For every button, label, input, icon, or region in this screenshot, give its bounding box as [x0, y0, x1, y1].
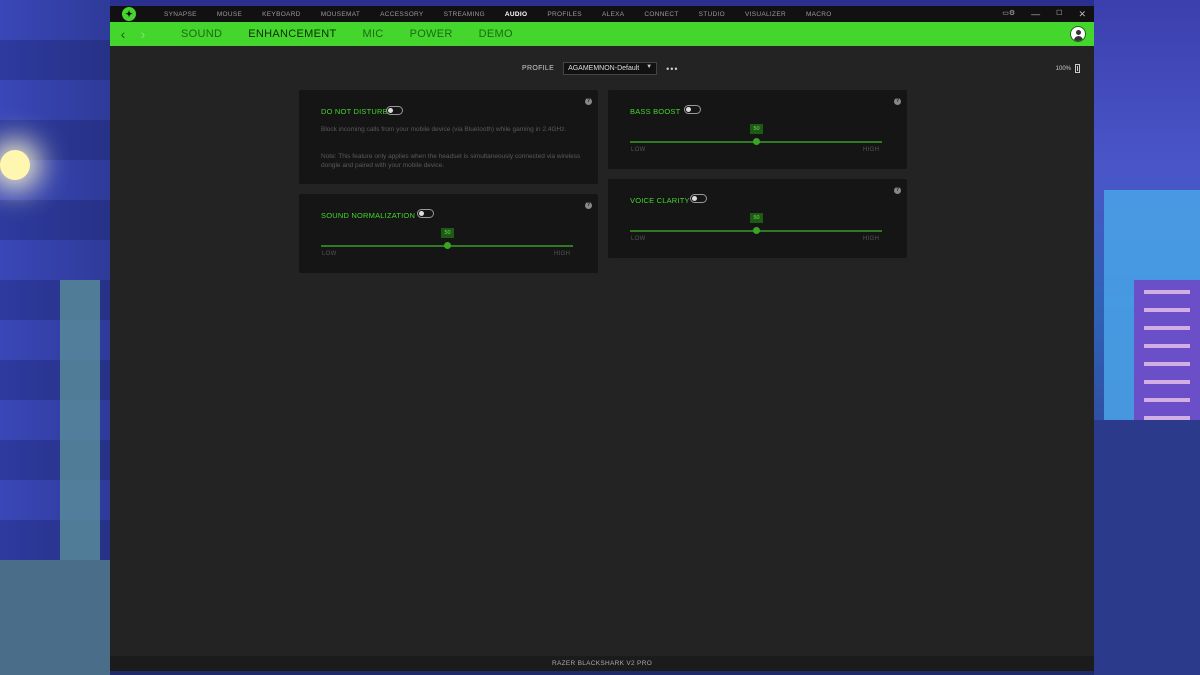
- help-icon[interactable]: ?: [894, 98, 901, 105]
- nav-accessory[interactable]: ACCESSORY: [370, 11, 433, 18]
- top-navigation: SYNAPSE MOUSE KEYBOARD MOUSEMAT ACCESSOR…: [154, 6, 842, 22]
- desktop-wallpaper-right: [1094, 0, 1200, 675]
- bass-boost-title: BASS BOOST: [630, 107, 681, 116]
- voice-clarity-high-label: HIGH: [863, 236, 880, 242]
- close-icon[interactable]: ✕: [1078, 6, 1086, 22]
- wallpaper-trees: [1094, 420, 1200, 675]
- nav-connect[interactable]: CONNECT: [634, 11, 688, 18]
- nav-visualizer[interactable]: VISUALIZER: [735, 11, 796, 18]
- street-lamp-glow: [0, 150, 30, 180]
- nav-mousemat[interactable]: MOUSEMAT: [311, 11, 370, 18]
- nav-alexa[interactable]: ALEXA: [592, 11, 634, 18]
- bass-boost-value: 50: [750, 124, 763, 134]
- voice-clarity-slider-thumb[interactable]: [753, 227, 760, 234]
- back-arrow-icon[interactable]: ‹: [116, 26, 130, 42]
- profile-row: PROFILE AGAMEMNON-Default ▼ •••: [522, 62, 679, 75]
- do-not-disturb-description: Block incoming calls from your mobile de…: [321, 126, 567, 133]
- voice-clarity-low-label: LOW: [631, 236, 646, 242]
- nav-streaming[interactable]: STREAMING: [434, 11, 495, 18]
- battery-text: 100%: [1055, 65, 1071, 72]
- voice-clarity-toggle[interactable]: [690, 194, 707, 203]
- nav-keyboard[interactable]: KEYBOARD: [252, 11, 311, 18]
- voice-clarity-title: VOICE CLARITY: [630, 196, 690, 205]
- tab-power[interactable]: POWER: [397, 28, 466, 40]
- tab-enhancement[interactable]: ENHANCEMENT: [235, 28, 349, 40]
- do-not-disturb-toggle[interactable]: [386, 106, 403, 115]
- profile-label: PROFILE: [522, 65, 555, 72]
- bass-boost-low-label: LOW: [631, 147, 646, 153]
- battery-indicator: 100%: [1056, 64, 1080, 73]
- voice-clarity-card: ? VOICE CLARITY 50 LOW HIGH: [608, 179, 907, 258]
- nav-macro[interactable]: MACRO: [796, 11, 842, 18]
- synapse-window: ✦ SYNAPSE MOUSE KEYBOARD MOUSEMAT ACCESS…: [110, 6, 1094, 671]
- bass-boost-toggle[interactable]: [684, 105, 701, 114]
- sound-normalization-toggle[interactable]: [417, 209, 434, 218]
- tab-sound[interactable]: SOUND: [168, 28, 235, 40]
- tab-demo[interactable]: DEMO: [466, 28, 526, 40]
- title-bar: ✦ SYNAPSE MOUSE KEYBOARD MOUSEMAT ACCESS…: [110, 6, 1094, 22]
- bass-boost-high-label: HIGH: [863, 147, 880, 153]
- battery-icon: [1075, 64, 1080, 73]
- maximize-icon[interactable]: ☐: [1056, 6, 1062, 22]
- profile-selected-value: AGAMEMNON-Default: [568, 65, 640, 72]
- do-not-disturb-title: DO NOT DISTURB: [321, 107, 388, 116]
- help-icon[interactable]: ?: [585, 202, 592, 209]
- nav-audio[interactable]: AUDIO: [495, 11, 537, 18]
- nav-synapse[interactable]: SYNAPSE: [154, 11, 207, 18]
- bass-boost-card: ? BASS BOOST 50 LOW HIGH: [608, 90, 907, 169]
- sound-normalization-slider-thumb[interactable]: [444, 242, 451, 249]
- nav-studio[interactable]: STUDIO: [689, 11, 735, 18]
- help-icon[interactable]: ?: [585, 98, 592, 105]
- wallpaper-ground: [0, 560, 110, 675]
- settings-gear-icon[interactable]: ▭⚙: [1002, 6, 1015, 22]
- help-icon[interactable]: ?: [894, 187, 901, 194]
- nav-profiles[interactable]: PROFILES: [537, 11, 592, 18]
- sub-navigation-bar: ‹ › SOUND ENHANCEMENT MIC POWER DEMO: [110, 22, 1094, 46]
- nav-mouse[interactable]: MOUSE: [207, 11, 252, 18]
- razer-logo-icon[interactable]: ✦: [122, 7, 136, 21]
- chevron-down-icon: ▼: [646, 64, 653, 70]
- profile-more-button[interactable]: •••: [666, 64, 678, 74]
- bass-boost-slider-thumb[interactable]: [753, 138, 760, 145]
- desktop-wallpaper-left: [0, 0, 110, 675]
- minimize-icon[interactable]: —: [1031, 6, 1040, 22]
- sound-normalization-title: SOUND NORMALIZATION: [321, 211, 416, 220]
- sound-normalization-card: ? SOUND NORMALIZATION 50 LOW HIGH: [299, 194, 598, 273]
- device-status-bar: RAZER BLACKSHARK V2 PRO: [110, 656, 1094, 671]
- tab-mic[interactable]: MIC: [349, 28, 396, 40]
- profile-dropdown[interactable]: AGAMEMNON-Default ▼: [563, 62, 658, 75]
- do-not-disturb-note: Note: This feature only applies when the…: [321, 153, 581, 169]
- voice-clarity-value: 50: [750, 213, 763, 223]
- do-not-disturb-card: ? DO NOT DISTURB Block incoming calls fr…: [299, 90, 598, 184]
- forward-arrow-icon[interactable]: ›: [136, 26, 150, 42]
- sound-normalization-high-label: HIGH: [554, 251, 571, 257]
- user-avatar-icon[interactable]: [1070, 26, 1086, 42]
- sub-tabs: SOUND ENHANCEMENT MIC POWER DEMO: [168, 28, 526, 40]
- window-controls: ▭⚙ — ☐ ✕: [1002, 6, 1086, 22]
- sound-normalization-value: 50: [441, 228, 454, 238]
- sound-normalization-low-label: LOW: [322, 251, 337, 257]
